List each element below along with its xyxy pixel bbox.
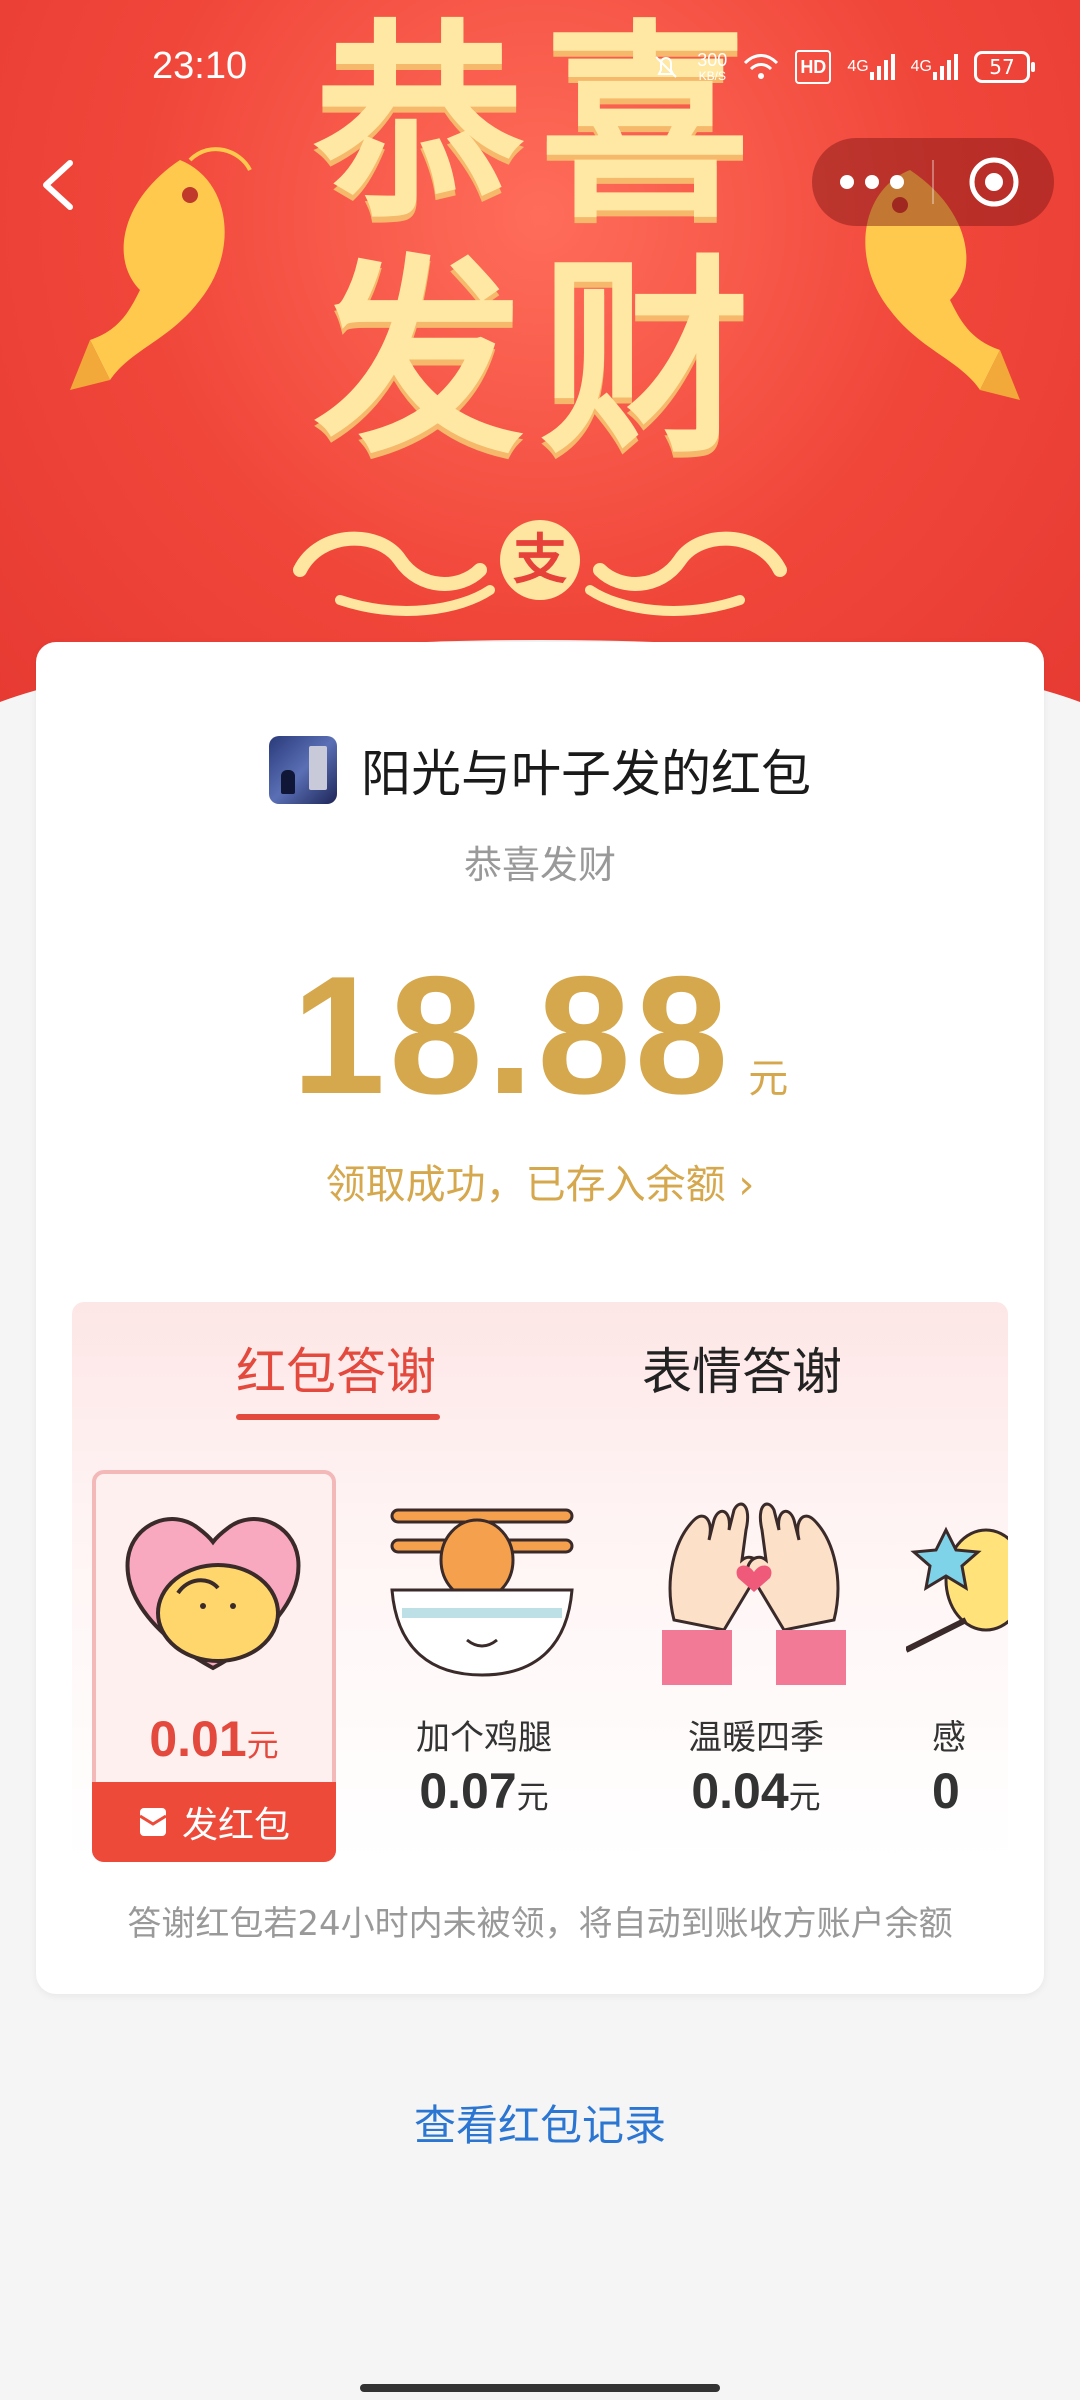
status-bar: 23:10 300 KB/S HD 4G 4G 57: [0, 0, 1080, 140]
amount-value: 18.88: [291, 941, 733, 1129]
heart-hug-icon: [125, 1517, 301, 1671]
balance-link[interactable]: 领取成功，已存入余额 ›: [36, 1152, 1044, 1210]
send-red-packet-button[interactable]: 发红包: [92, 1782, 336, 1862]
signal-bars-icon: [933, 54, 958, 80]
amount-unit: 元: [748, 1056, 789, 1102]
red-packet-icon: [139, 1808, 167, 1836]
sender-title: 阳光与叶子发的红包: [361, 745, 811, 803]
alipay-coin-icon: 支: [500, 520, 580, 600]
thanks-items-carousel[interactable]: 0.01元 发红包 加个鸡腿 0.07元 温暖四季 0.04元 感 0: [72, 1470, 1008, 1862]
mute-bell-icon: [655, 56, 677, 78]
item-name: 加个鸡腿: [416, 1718, 552, 1758]
item-name: 温暖四季: [688, 1718, 824, 1758]
thanks-hint: 答谢红包若24小时内未被领，将自动到账收方账户余额: [127, 1904, 953, 1944]
back-button[interactable]: [30, 145, 90, 225]
tab-red-packet-thanks[interactable]: 红包答谢: [236, 1332, 436, 1404]
signal-4g-1: 4G: [847, 52, 895, 82]
signal-4g-2: 4G: [911, 52, 958, 82]
chevron-left-icon: [43, 160, 73, 210]
sender-avatar[interactable]: [269, 736, 337, 804]
rice-bowl-drumstick-icon: [390, 1508, 574, 1677]
wifi-icon: [744, 54, 779, 79]
item-price: 0: [932, 1763, 960, 1819]
blessing-text: 恭喜发财: [463, 843, 616, 887]
item-price: 0.01元: [149, 1711, 279, 1767]
red-packet-card: 阳光与叶子发的红包 恭喜发财 18.88 元 领取成功，已存入余额 › 红包答谢…: [36, 642, 1044, 1994]
more-button[interactable]: [812, 138, 932, 226]
miniapp-capsule: [812, 138, 1054, 226]
view-records-link[interactable]: 查看红包记录: [0, 2092, 1080, 2153]
hero-title-line2: 发财: [313, 237, 766, 482]
thanks-tabs: 红包答谢 表情答谢: [72, 1302, 1008, 1422]
send-label: 发红包: [181, 1805, 290, 1846]
balance-status-text: 领取成功，已存入余额: [325, 1162, 726, 1208]
thanks-item-partial[interactable]: 感 0: [906, 1470, 1008, 1862]
item-name: 感: [932, 1718, 966, 1758]
hand-heart-icon: [662, 1502, 846, 1685]
more-dots-icon: [840, 175, 904, 189]
item-price: 0.04元: [691, 1763, 821, 1819]
tab-sticker-thanks[interactable]: 表情答谢: [642, 1332, 842, 1404]
battery-indicator: 57: [974, 51, 1035, 83]
chevron-right-icon: ›: [738, 1162, 755, 1208]
target-close-icon: [969, 157, 1019, 207]
item-price: 0.07元: [419, 1763, 549, 1819]
close-miniapp-button[interactable]: [934, 138, 1054, 226]
thanks-item-hug[interactable]: 0.01元 发红包: [92, 1470, 336, 1862]
amount-row: 18.88 元: [36, 941, 1044, 1129]
active-tab-underline: [236, 1414, 440, 1420]
thanks-item-warm[interactable]: 温暖四季 0.04元: [634, 1470, 878, 1862]
net-speed: 300 KB/S: [697, 50, 728, 83]
signal-bars-icon: [869, 54, 895, 80]
thanks-panel: 红包答谢 表情答谢 0.01元 发红包 加个鸡腿 0.07元 温暖四季 0.04…: [72, 1302, 1008, 1862]
thanks-item-drumstick[interactable]: 加个鸡腿 0.07元: [362, 1470, 606, 1862]
sender-row: 阳光与叶子发的红包: [36, 734, 1044, 806]
status-time: 23:10: [152, 45, 248, 87]
home-indicator[interactable]: [360, 2384, 720, 2392]
hd-badge: HD: [795, 50, 832, 84]
star-wand-icon: [906, 1526, 1008, 1653]
